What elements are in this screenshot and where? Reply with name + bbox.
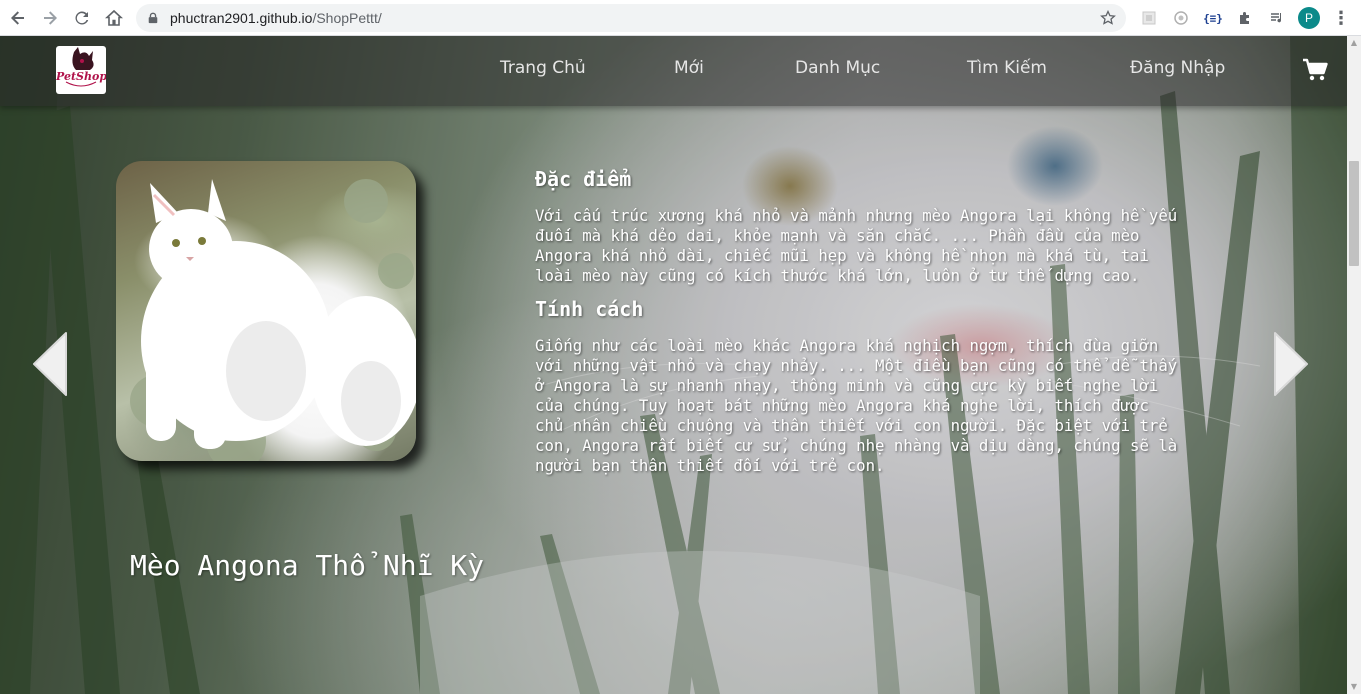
kebab-menu-icon[interactable]: ⋮ [1328,5,1354,31]
nav-search[interactable]: Tìm Kiếm [967,58,1047,78]
page-scrollbar[interactable]: ▲ ▼ [1347,36,1361,694]
shop-logo[interactable]: PetShop [56,46,106,94]
nav-new[interactable]: Mới [674,58,704,78]
json-extension-icon[interactable]: {≡} [1200,5,1226,31]
profile-initial: P [1298,7,1320,29]
nav-home[interactable]: Trang Chủ [500,58,586,78]
url-text[interactable]: phuctran2901.github.io/ShopPettt/ [170,10,382,26]
scroll-thumb[interactable] [1349,161,1359,266]
cart-icon[interactable] [1302,58,1328,82]
logo-text: PetShop [56,70,106,83]
carousel-next-arrow-icon[interactable] [1271,331,1311,397]
profile-avatar[interactable]: P [1296,5,1322,31]
traits-text: Với cấu trúc xương khá nhỏ và mảnh nhưng… [535,206,1178,285]
url-path: /ShopPettt/ [312,10,382,26]
carousel-prev-arrow-icon[interactable] [30,331,70,397]
page-viewport: PetShop Trang Chủ Mới Danh Mục Tìm Kiếm … [0,36,1347,694]
scroll-down-icon[interactable]: ▼ [1350,683,1358,691]
pet-photo [116,161,416,461]
site-header: PetShop Trang Chủ Mới Danh Mục Tìm Kiếm … [0,36,1347,106]
product-info: Đặc điểm Với cấu trúc xương khá nhỏ và m… [535,164,1215,476]
personality-text: Giống như các loài mèo khác Angora khá n… [535,336,1178,475]
white-cat-illustration [130,179,416,461]
address-bar[interactable]: phuctran2901.github.io/ShopPettt/ [136,4,1126,32]
scroll-up-icon[interactable]: ▲ [1350,39,1358,47]
extension-icon[interactable] [1168,5,1194,31]
forward-icon[interactable] [34,2,66,34]
lock-icon[interactable] [146,11,160,25]
url-host: phuctran2901.github.io [170,10,313,26]
personality-heading: Tính cách [535,297,644,321]
home-icon[interactable] [98,2,130,34]
media-icon[interactable] [1264,5,1290,31]
browser-toolbar: phuctran2901.github.io/ShopPettt/ {≡} P … [0,0,1361,36]
star-icon[interactable] [1100,9,1116,26]
back-icon[interactable] [2,2,34,34]
puzzle-icon[interactable] [1232,5,1258,31]
nav-category[interactable]: Danh Mục [795,58,880,78]
nav-login[interactable]: Đăng Nhập [1130,58,1225,78]
reload-icon[interactable] [66,2,98,34]
traits-heading: Đặc điểm [535,167,632,191]
extensions-bar: {≡} P ⋮ [1136,4,1354,32]
extension-icon[interactable] [1136,5,1162,31]
product-name: Mèo Angona Thổ Nhĩ Kỳ [130,549,485,582]
